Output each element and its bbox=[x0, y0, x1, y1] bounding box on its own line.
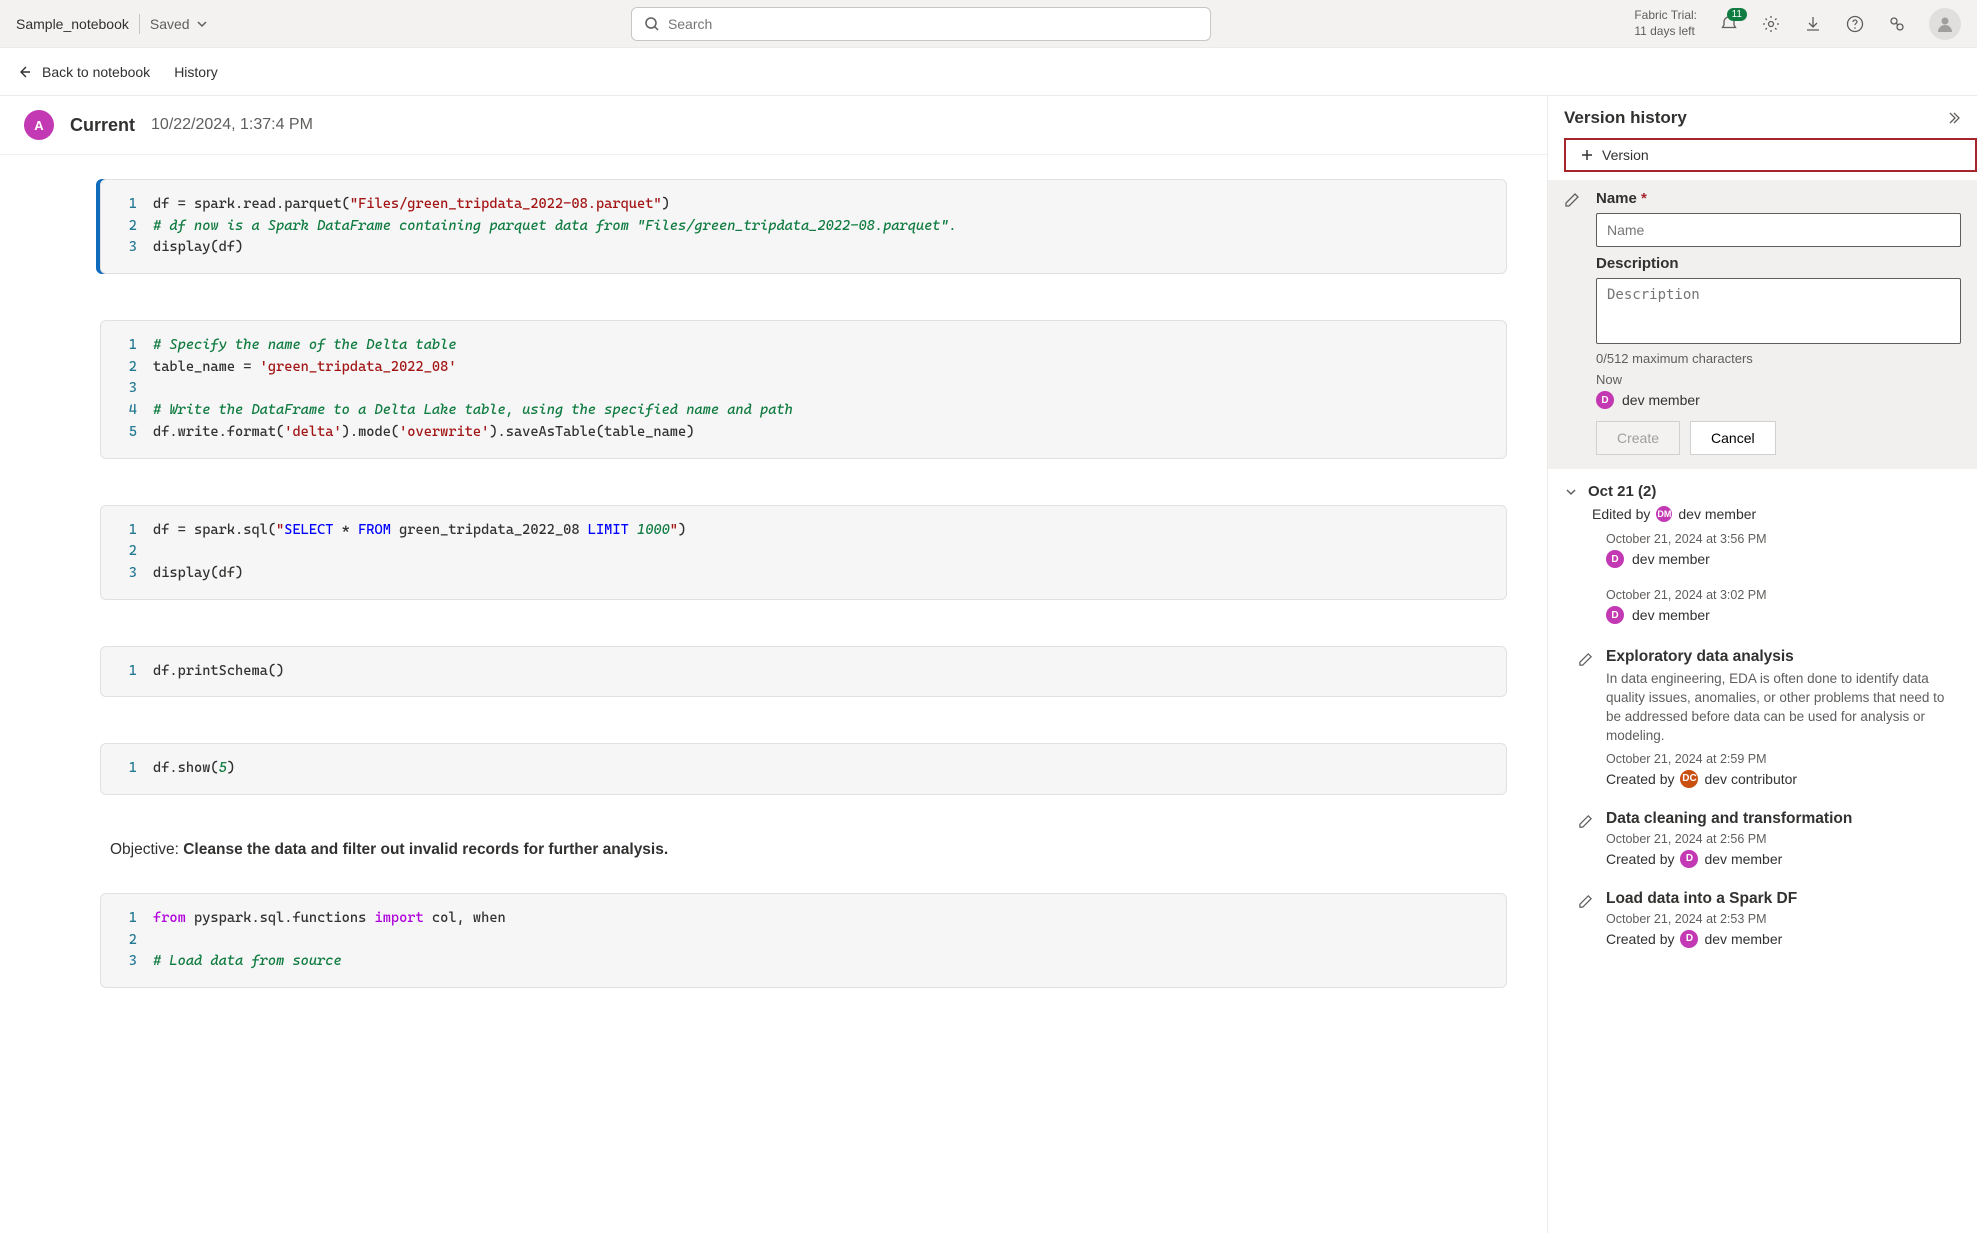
version-title: Data cleaning and transformation bbox=[1606, 810, 1961, 828]
chevron-down-icon bbox=[196, 18, 208, 30]
code-cell[interactable]: 1df.printSchema() bbox=[100, 646, 1507, 698]
objective-label: Objective: bbox=[110, 841, 183, 858]
version-list[interactable]: Oct 21 (2) Edited by DM dev member Octob… bbox=[1548, 469, 1977, 1233]
divider bbox=[139, 14, 140, 34]
saved-label: Saved bbox=[150, 16, 190, 32]
version-group-header[interactable]: Oct 21 (2) bbox=[1564, 477, 1961, 506]
collapse-panel-icon[interactable] bbox=[1945, 110, 1961, 126]
version-time: October 21, 2024 at 3:56 PM bbox=[1606, 532, 1961, 546]
create-button[interactable]: Create bbox=[1596, 421, 1680, 455]
download-icon[interactable] bbox=[1803, 14, 1823, 34]
cancel-button[interactable]: Cancel bbox=[1690, 421, 1776, 455]
objective-body: Cleanse the data and filter out invalid … bbox=[183, 841, 668, 858]
version-history-panel: Version history Version Name * Descripti… bbox=[1547, 96, 1977, 1233]
edit-icon bbox=[1564, 192, 1580, 208]
named-version-item[interactable]: Exploratory data analysis In data engine… bbox=[1564, 634, 1961, 796]
settings-icon[interactable] bbox=[1761, 14, 1781, 34]
panel-title: Version history bbox=[1564, 108, 1687, 128]
tab-history[interactable]: History bbox=[174, 64, 218, 80]
named-version-item[interactable]: Data cleaning and transformation October… bbox=[1564, 796, 1961, 876]
back-to-notebook[interactable]: Back to notebook bbox=[16, 64, 150, 80]
version-title: Load data into a Spark DF bbox=[1606, 890, 1961, 908]
current-user: D dev member bbox=[1596, 391, 1961, 409]
arrow-left-icon bbox=[16, 64, 32, 80]
code-cell[interactable]: 1# Specify the name of the Delta table 2… bbox=[100, 320, 1507, 458]
notifications-icon[interactable]: 11 bbox=[1719, 14, 1739, 34]
notebook-header: A Current 10/22/2024, 1:37:4 PM bbox=[0, 96, 1547, 155]
version-time: October 21, 2024 at 2:56 PM bbox=[1606, 832, 1961, 846]
name-field[interactable] bbox=[1596, 213, 1961, 247]
notification-badge: 11 bbox=[1727, 8, 1747, 21]
description-label: Description bbox=[1596, 255, 1961, 272]
edit-icon[interactable] bbox=[1578, 894, 1593, 909]
version-description: In data engineering, EDA is often done t… bbox=[1606, 670, 1961, 746]
version-author: D dev member bbox=[1606, 550, 1961, 568]
version-creator: Created by DC dev contributor bbox=[1606, 770, 1961, 788]
code-cell[interactable]: 1df.show(5) bbox=[100, 743, 1507, 795]
code-cell[interactable]: 1from pyspark.sql.functions import col, … bbox=[100, 893, 1507, 988]
sub-bar: Back to notebook History bbox=[0, 48, 1977, 96]
version-title: Exploratory data analysis bbox=[1606, 648, 1961, 666]
user-avatar-mini: D bbox=[1596, 391, 1614, 409]
trial-status: Fabric Trial: 11 days left bbox=[1634, 8, 1697, 39]
author-avatar: A bbox=[24, 110, 54, 140]
search-input[interactable] bbox=[631, 7, 1211, 41]
add-version-button[interactable]: Version bbox=[1564, 138, 1977, 172]
user-avatar[interactable] bbox=[1929, 8, 1961, 40]
back-label: Back to notebook bbox=[42, 64, 150, 80]
code-cell[interactable]: 1df = spark.read.parquet("Files/green_tr… bbox=[100, 179, 1507, 274]
description-field[interactable] bbox=[1596, 278, 1961, 344]
top-bar: Sample_notebook Saved Fabric Trial: 11 d… bbox=[0, 0, 1977, 48]
notebook-scroll[interactable]: 1df = spark.read.parquet("Files/green_tr… bbox=[0, 155, 1547, 1233]
current-label: Current bbox=[70, 115, 135, 136]
edit-icon[interactable] bbox=[1578, 814, 1593, 829]
search-field[interactable] bbox=[668, 16, 1198, 32]
version-creator: Created by D dev member bbox=[1606, 850, 1961, 868]
version-item[interactable]: October 21, 2024 at 3:02 PM D dev member bbox=[1564, 578, 1961, 634]
named-version-item[interactable]: Load data into a Spark DF October 21, 20… bbox=[1564, 876, 1961, 956]
notebook-name[interactable]: Sample_notebook bbox=[16, 16, 129, 32]
char-counter: 0/512 maximum characters bbox=[1596, 351, 1961, 366]
now-label: Now bbox=[1596, 372, 1961, 387]
current-timestamp: 10/22/2024, 1:37:4 PM bbox=[151, 116, 313, 134]
version-creator: Created by D dev member bbox=[1606, 930, 1961, 948]
version-time: October 21, 2024 at 2:53 PM bbox=[1606, 912, 1961, 926]
feedback-icon[interactable] bbox=[1887, 14, 1907, 34]
version-time: October 21, 2024 at 3:02 PM bbox=[1606, 588, 1961, 602]
code-cell[interactable]: 1df = spark.sql("SELECT * FROM green_tri… bbox=[100, 505, 1507, 600]
name-label: Name bbox=[1596, 190, 1637, 207]
saved-status[interactable]: Saved bbox=[150, 16, 208, 32]
group-editor: Edited by DM dev member bbox=[1592, 506, 1961, 522]
plus-icon bbox=[1580, 148, 1594, 162]
search-icon bbox=[644, 16, 660, 32]
chevron-down-icon bbox=[1564, 485, 1578, 499]
edit-icon[interactable] bbox=[1578, 652, 1593, 667]
group-title: Oct 21 (2) bbox=[1588, 483, 1656, 500]
create-version-form: Name * Description 0/512 maximum charact… bbox=[1548, 180, 1977, 469]
notebook-area: A Current 10/22/2024, 1:37:4 PM 1df = sp… bbox=[0, 96, 1547, 1233]
version-item[interactable]: October 21, 2024 at 3:56 PM D dev member bbox=[1564, 522, 1961, 578]
help-icon[interactable] bbox=[1845, 14, 1865, 34]
markdown-cell[interactable]: Objective: Cleanse the data and filter o… bbox=[100, 841, 1507, 859]
version-author: D dev member bbox=[1606, 606, 1961, 624]
version-time: October 21, 2024 at 2:59 PM bbox=[1606, 752, 1961, 766]
add-version-label: Version bbox=[1602, 147, 1649, 163]
